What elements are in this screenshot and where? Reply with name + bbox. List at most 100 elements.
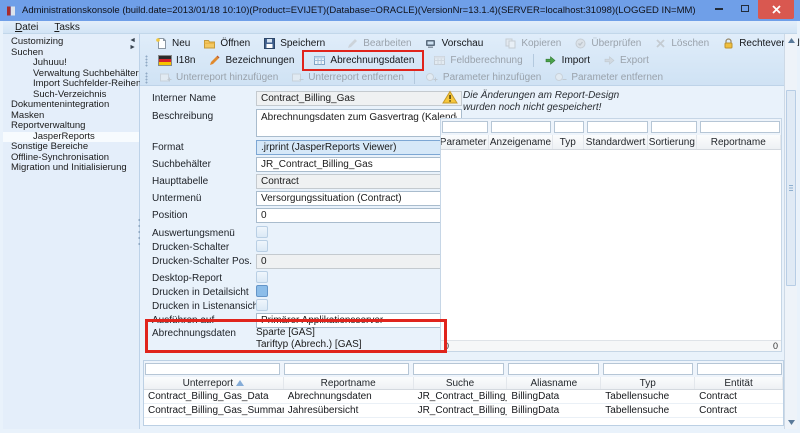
filter-input[interactable] (554, 121, 584, 133)
filter-input[interactable] (603, 363, 694, 375)
scroll-up-icon[interactable] (785, 34, 797, 47)
warning-icon (442, 90, 458, 104)
sidebar-item-suchen[interactable]: Suchen (3, 48, 139, 59)
filter-input[interactable] (700, 121, 780, 133)
table-row[interactable]: Contract_Billing_Gas_Summary Jahresübers… (144, 404, 783, 418)
scroll-down-icon[interactable] (785, 416, 797, 429)
kopieren-button[interactable]: Kopieren (497, 35, 567, 52)
sidebar-item-juhuuu[interactable]: Juhuuu! (3, 58, 139, 69)
export-button[interactable]: Export (596, 52, 655, 69)
column-header-anzeigename[interactable]: Anzeigename (489, 135, 552, 149)
column-header-standardwert[interactable]: Standardwert (584, 135, 648, 149)
unterreport-hinzufuegen-button[interactable]: Unterreport hinzufügen (152, 69, 284, 86)
parameter-table-footer: 0 0 (441, 340, 781, 351)
parameter-table-body[interactable] (441, 150, 781, 340)
vorschau-button[interactable]: Vorschau (418, 35, 490, 52)
subreport-table-header: Unterreport Reportname Suche Aliasname T… (144, 377, 783, 390)
drucken-detailsicht-checkbox[interactable] (256, 285, 268, 297)
sidebar-item-migration[interactable]: Migration und Initialisierung (3, 163, 139, 174)
import-button[interactable]: Import (538, 52, 596, 69)
cell-entitaet: Contract (695, 390, 783, 403)
oeffnen-button[interactable]: Öffnen (196, 35, 256, 52)
haupttabelle-field[interactable]: Contract (256, 174, 462, 189)
toolbar-drag-handle[interactable] (145, 72, 149, 84)
column-header-reportname[interactable]: Reportname (284, 377, 414, 389)
scrollbar-thumb[interactable] (786, 90, 796, 286)
menu-tasks[interactable]: Tasks (48, 22, 86, 33)
column-header-aliasname[interactable]: Aliasname (507, 377, 601, 389)
vertical-scrollbar[interactable] (784, 34, 797, 429)
speichern-button[interactable]: Speichern (256, 35, 331, 52)
filter-input[interactable] (284, 363, 409, 375)
filter-input[interactable] (491, 121, 551, 133)
form-row-drucken-detailsicht: Drucken in Detailsicht (152, 285, 268, 298)
filter-input[interactable] (697, 363, 782, 375)
new-document-icon (154, 37, 168, 50)
column-header-parameter[interactable]: Parameter (441, 135, 489, 149)
column-header-sortierung[interactable]: Sortierung (648, 135, 696, 149)
ueberpruefen-button[interactable]: Überprüfen (567, 35, 647, 52)
sidebar-item-sonstige-bereiche[interactable]: Sonstige Bereiche (3, 142, 139, 153)
form-row-beschreibung: Beschreibung Abrechnungsdaten zum Gasver… (152, 109, 462, 137)
loeschen-button[interactable]: Löschen (647, 35, 715, 52)
position-field[interactable]: 0 (256, 208, 462, 223)
column-header-suche[interactable]: Suche (414, 377, 508, 389)
minimize-button[interactable] (706, 0, 732, 17)
close-button[interactable] (758, 0, 794, 19)
menu-datei[interactable]: Datei (9, 22, 44, 33)
filter-input[interactable] (442, 121, 488, 133)
collapse-sidebar-icon[interactable]: ◄► (129, 37, 136, 51)
toolbar-drag-handle[interactable] (145, 55, 149, 67)
sidebar-item-dokumentenintegration[interactable]: Dokumentenintegration (3, 100, 139, 111)
parameter-hinzufuegen-button[interactable]: Parameter hinzufügen (419, 69, 547, 86)
warning-line: wurden noch nicht gespeichert! (463, 102, 619, 114)
feldberechnung-button[interactable]: Feldberechnung (426, 52, 528, 69)
field-value: JR_Contract_Billing_Gas (261, 159, 373, 170)
sidebar-tree: Customizing Suchen Juhuuu! Verwaltung Su… (3, 34, 139, 174)
neu-button[interactable]: Neu (148, 35, 196, 52)
drucken-listenansicht-checkbox[interactable] (256, 299, 268, 311)
column-header-typ[interactable]: Typ (553, 135, 584, 149)
drucken-schalter-checkbox[interactable] (256, 240, 268, 252)
titlebar[interactable]: Administrationskonsole (build.date=2013/… (0, 0, 800, 21)
bearbeiten-button[interactable]: Bearbeiten (339, 35, 417, 52)
table-row[interactable]: Contract_Billing_Gas_Data Abrechnungsdat… (144, 390, 783, 404)
column-header-unterreport[interactable]: Unterreport (144, 377, 284, 389)
suchbehaelter-select[interactable]: JR_Contract_Billing_Gas (256, 157, 462, 172)
field-label: Haupttabelle (152, 174, 256, 187)
column-header-entitaet[interactable]: Entität (695, 377, 783, 389)
parameter-entfernen-button[interactable]: Parameter entfernen (547, 69, 669, 86)
untermenue-select[interactable]: Versorgungssituation (Contract) (256, 191, 462, 206)
maximize-icon (741, 5, 749, 12)
sidebar-item-reportverwaltung[interactable]: Reportverwaltung (3, 121, 139, 132)
button-label: Parameter entfernen (571, 72, 663, 83)
delete-x-icon (653, 37, 667, 50)
sidebar-item-import-suchfelder[interactable]: Import Suchfelder-Reihenfolge (3, 79, 139, 90)
abrechnungsdaten-button[interactable]: Abrechnungsdaten (306, 52, 420, 69)
filter-input[interactable] (587, 121, 648, 133)
bezeichnungen-button[interactable]: Bezeichnungen (201, 52, 300, 69)
format-select[interactable]: .jrprint (JasperReports Viewer) (256, 140, 462, 155)
filter-input[interactable] (651, 121, 697, 133)
scrollbar-grip (789, 185, 793, 191)
maximize-button[interactable] (732, 0, 758, 17)
desktop-report-checkbox[interactable] (256, 271, 268, 283)
beschreibung-textarea[interactable]: Abrechnungsdaten zum Gasvertrag (Kalende… (256, 109, 462, 137)
filter-input[interactable] (145, 363, 280, 375)
sidebar-item-customizing[interactable]: Customizing (3, 37, 139, 48)
filter-input[interactable] (413, 363, 504, 375)
open-folder-icon (202, 37, 216, 50)
cell-unterreport: Contract_Billing_Gas_Summary (144, 404, 284, 417)
drucken-schalter-pos-field[interactable]: 0 (256, 254, 462, 269)
field-label: Interner Name (152, 91, 256, 104)
form-row-drucken-listenansicht: Drucken in Listenansicht (152, 299, 268, 312)
filter-input[interactable] (508, 363, 599, 375)
column-header-typ[interactable]: Typ (601, 377, 695, 389)
form-row-desktop-report: Desktop-Report (152, 271, 268, 284)
unterreport-entfernen-button[interactable]: Unterreport entfernen (284, 69, 410, 86)
interner-name-field[interactable]: Contract_Billing_Gas (256, 91, 462, 106)
form-row-haupttabelle: Haupttabelle Contract (152, 174, 462, 189)
auswertungsmenue-checkbox[interactable] (256, 226, 268, 238)
column-header-reportname[interactable]: Reportname (697, 135, 782, 149)
i18n-button[interactable]: I18n (152, 52, 201, 69)
